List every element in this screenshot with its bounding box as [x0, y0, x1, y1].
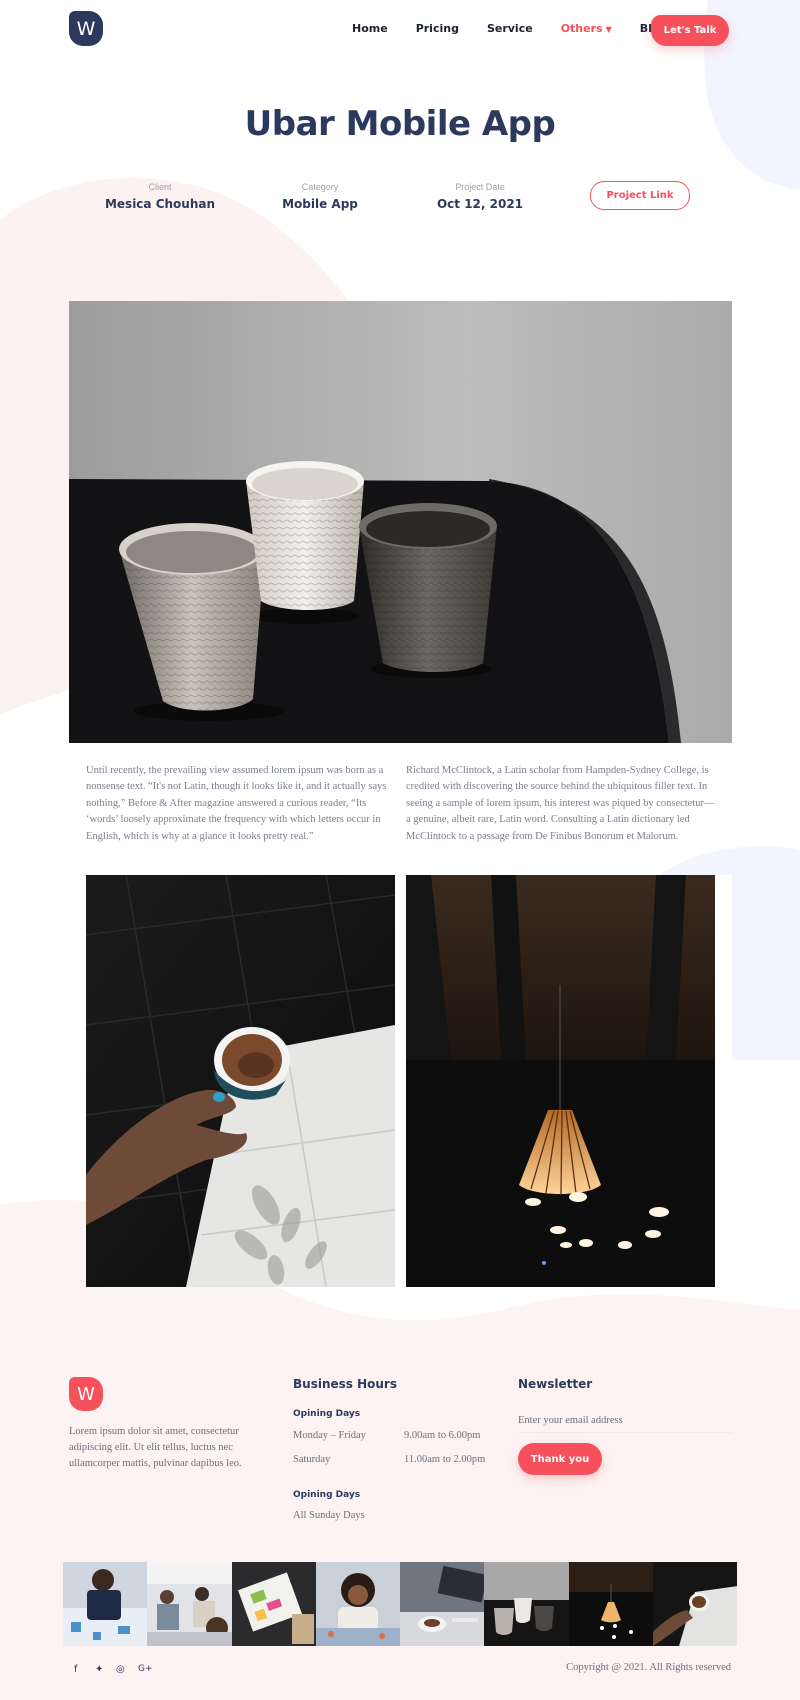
paragraph-left: Until recently, the prevailing view assu…: [86, 765, 387, 842]
gallery-thumb[interactable]: [63, 1562, 148, 1646]
gallery-thumb-image: [147, 1562, 232, 1646]
gallery-thumb-image: [231, 1562, 316, 1646]
ceramic-cups-photo: [69, 301, 732, 743]
gallery-thumb-image: [63, 1562, 148, 1646]
meta-client-value: Mesica Chouhan: [104, 197, 216, 211]
meta-category: Category Mobile App: [240, 182, 400, 211]
meta-date-value: Oct 12, 2021: [436, 197, 524, 211]
gallery-thumb[interactable]: [652, 1562, 737, 1646]
gallery-thumb-image: [484, 1562, 569, 1646]
pendant-lamp-photo: [406, 875, 715, 1287]
opening-days-title-1: Opining Days: [293, 1409, 361, 1419]
gallery-thumb[interactable]: [568, 1562, 653, 1646]
twitter-icon[interactable]: ✦: [95, 1664, 103, 1675]
paragraph-right: Richard McClintock, a Latin scholar from…: [406, 765, 715, 842]
lamp-photo: [406, 875, 715, 1287]
main-nav: Home Pricing Service Others▼ Blog: [352, 22, 695, 40]
hero-image: [69, 301, 732, 743]
meta-client: Client Mesica Chouhan: [80, 182, 240, 211]
gallery-thumb[interactable]: [400, 1562, 485, 1646]
footer-logo-letter: W: [77, 1383, 95, 1405]
opening-days-title-2: Opining Days: [293, 1490, 361, 1500]
nav-pricing[interactable]: Pricing: [416, 22, 459, 40]
nav-home[interactable]: Home: [352, 22, 388, 40]
meta-date: Project Date Oct 12, 2021: [400, 182, 560, 211]
gallery-thumb-image: [652, 1562, 737, 1646]
project-link-button[interactable]: Project Link: [590, 181, 690, 210]
gallery-thumb-image: [400, 1562, 485, 1646]
google-plus-icon[interactable]: G+: [138, 1664, 153, 1674]
gallery-thumb[interactable]: [484, 1562, 569, 1646]
facebook-icon[interactable]: f: [74, 1664, 78, 1675]
hours-day-2: Saturday: [293, 1454, 331, 1465]
chevron-down-icon: ▼: [605, 25, 612, 34]
instagram-icon[interactable]: ◎: [116, 1664, 125, 1675]
meta-category-label: Category: [301, 182, 339, 192]
hours-time-1: 9.00am to 6.00pm: [404, 1430, 481, 1441]
hours-time-2: 11.00am to 2.00pm: [404, 1454, 486, 1465]
newsletter-title: Newsletter: [518, 1377, 593, 1391]
nav-others[interactable]: Others ▼: [561, 22, 612, 40]
sunday-text: All Sunday Days: [293, 1510, 365, 1521]
coffee-photo: [86, 875, 395, 1287]
hours-day-1: Monday – Friday: [293, 1430, 366, 1441]
gallery-thumb[interactable]: [147, 1562, 232, 1646]
gallery-thumb-image: [568, 1562, 653, 1646]
lets-talk-button[interactable]: Let's Talk: [651, 15, 729, 46]
coffee-cup-hand-photo: [86, 875, 395, 1287]
subscribe-button[interactable]: Thank you: [518, 1443, 602, 1475]
copyright: Copyright @ 2021. All Rights reserved: [566, 1662, 731, 1673]
gallery-thumb[interactable]: [231, 1562, 316, 1646]
gallery-strip: [63, 1562, 737, 1646]
meta-date-label: Project Date: [455, 182, 505, 192]
business-hours-title: Business Hours: [293, 1377, 397, 1391]
logo[interactable]: W: [69, 11, 103, 46]
footer-about: Lorem ipsum dolor sit amet, consectetur …: [69, 1426, 242, 1469]
footer-logo[interactable]: W: [69, 1377, 103, 1411]
logo-letter: W: [76, 17, 96, 40]
page-title: Ubar Mobile App: [244, 104, 556, 144]
nav-service[interactable]: Service: [487, 22, 533, 40]
gallery-thumb[interactable]: [315, 1562, 400, 1646]
nav-others-label: Others: [560, 22, 603, 35]
meta-client-label: Client: [148, 182, 172, 192]
meta-category-value: Mobile App: [282, 197, 358, 211]
gallery-thumb-image: [315, 1562, 400, 1646]
email-input[interactable]: [518, 1409, 732, 1433]
